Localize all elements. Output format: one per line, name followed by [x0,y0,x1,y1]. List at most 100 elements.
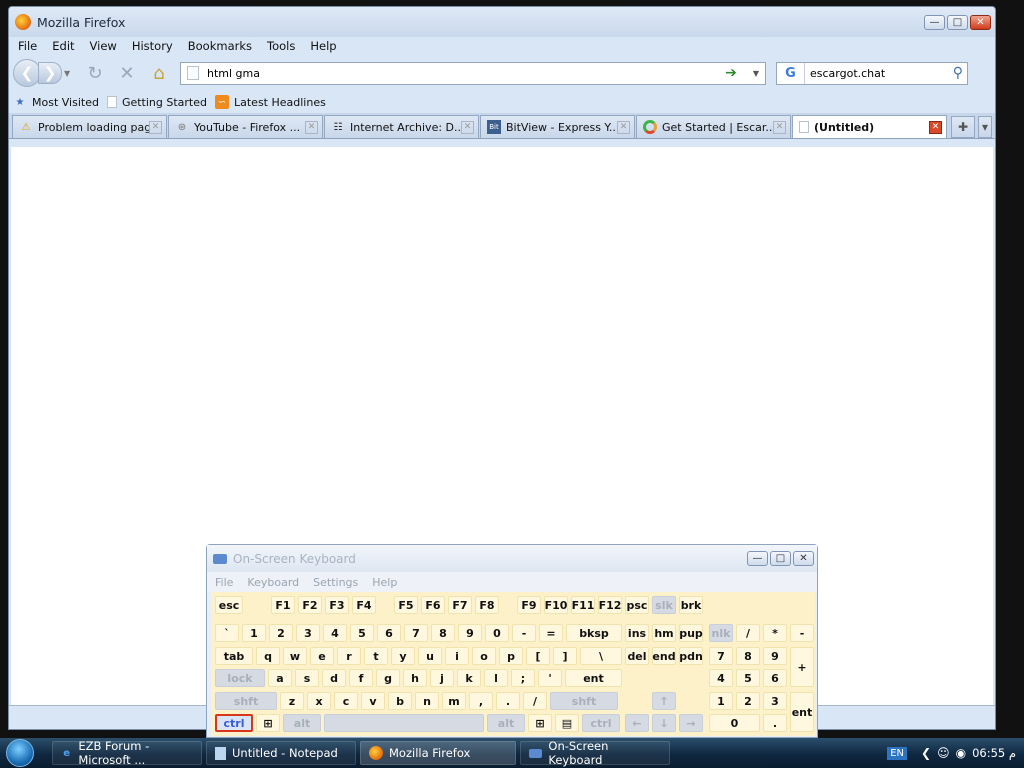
osk-menu-help[interactable]: Help [372,576,397,589]
key-symbol[interactable]: , [469,692,493,710]
key-F3[interactable]: F3 [325,596,349,614]
key-symbol[interactable]: ↑ [652,692,676,710]
search-input[interactable]: escargot.chat [805,67,953,80]
key-w[interactable]: w [283,647,307,665]
key-alt[interactable]: alt [283,714,321,732]
key-slk[interactable]: slk [652,596,676,614]
key-symbol[interactable]: / [736,624,760,642]
menu-history[interactable]: History [132,39,173,53]
key-shft[interactable]: shft [215,692,277,710]
key-s[interactable]: s [295,669,319,687]
key-i[interactable]: i [445,647,469,665]
key-lock[interactable]: lock [215,669,265,687]
key-v[interactable]: v [361,692,385,710]
new-tab-icon[interactable]: ✚ [951,116,975,138]
key-3[interactable]: 3 [296,624,320,642]
key-6[interactable]: 6 [763,669,787,687]
tab-youtube[interactable]: ⊛ YouTube - Firefox ... ✕ [168,115,323,138]
key-f[interactable]: f [349,669,373,687]
key-symbol[interactable]: - [790,624,814,642]
key-d[interactable]: d [322,669,346,687]
key-5[interactable]: 5 [350,624,374,642]
key-space[interactable] [324,714,484,732]
key-k[interactable]: k [457,669,481,687]
menu-file[interactable]: File [18,39,37,53]
key-hm[interactable]: hm [652,624,676,642]
key-symbol[interactable]: . [496,692,520,710]
key-2[interactable]: 2 [736,692,760,710]
history-dropdown-icon[interactable]: ▼ [64,69,74,78]
key-symbol[interactable]: = [539,624,563,642]
key-symbol[interactable]: ; [511,669,535,687]
tab-close-icon[interactable]: ✕ [305,120,318,134]
key-o[interactable]: o [472,647,496,665]
tab-close-icon[interactable]: ✕ [773,120,786,134]
messenger-icon[interactable]: ☺ [937,746,950,760]
key-3[interactable]: 3 [763,692,787,710]
key-9[interactable]: 9 [763,647,787,665]
bookmark-most-visited[interactable]: ★ Most Visited [13,95,99,109]
osk-menu-file[interactable]: File [215,576,233,589]
key-F2[interactable]: F2 [298,596,322,614]
show-hidden-icons-icon[interactable]: ❮ [921,746,931,760]
key-c[interactable]: c [334,692,358,710]
bookmark-getting-started[interactable]: Getting Started [106,96,207,109]
key-1[interactable]: 1 [242,624,266,642]
tab-close-icon[interactable]: ✕ [461,120,474,134]
key-ent[interactable]: ent [790,692,814,732]
key-1[interactable]: 1 [709,692,733,710]
tab-internet-archive[interactable]: ☷ Internet Archive: D... ✕ [324,115,479,138]
search-bar[interactable]: G escargot.chat ⚲ [776,61,968,85]
tab-untitled[interactable]: (Untitled) ✕ [792,115,947,138]
key-F12[interactable]: F12 [598,596,622,614]
key-0[interactable]: 0 [709,714,760,732]
url-bar[interactable]: html gma ➔ ▼ [180,61,766,85]
key-n[interactable]: n [415,692,439,710]
menu-view[interactable]: View [90,39,117,53]
key-symbol[interactable]: ↓ [652,714,676,732]
key-F5[interactable]: F5 [394,596,418,614]
menu-help[interactable]: Help [310,39,336,53]
key-del[interactable]: del [625,647,649,665]
key-symbol[interactable]: ⊞ [528,714,552,732]
tab-problem-loading[interactable]: ⚠ Problem loading page ✕ [12,115,167,138]
menu-tools[interactable]: Tools [267,39,295,53]
key-symbol[interactable]: * [763,624,787,642]
google-icon[interactable]: G [777,62,805,84]
taskbar-item-notepad[interactable]: Untitled - Notepad [206,741,356,765]
go-arrow-icon[interactable]: ➔ [725,65,737,81]
start-button[interactable] [0,738,40,768]
key-7[interactable]: 7 [404,624,428,642]
key-ins[interactable]: ins [625,624,649,642]
key-F8[interactable]: F8 [475,596,499,614]
key-q[interactable]: q [256,647,280,665]
url-input[interactable]: html gma [207,67,725,80]
key-nlk[interactable]: nlk [709,624,733,642]
osk-menu-settings[interactable]: Settings [313,576,358,589]
key-symbol[interactable]: - [512,624,536,642]
key-symbol[interactable]: + [790,647,814,687]
key-symbol[interactable]: ← [625,714,649,732]
key-symbol[interactable]: \ [580,647,622,665]
key-9[interactable]: 9 [458,624,482,642]
key-h[interactable]: h [403,669,427,687]
key-r[interactable]: r [337,647,361,665]
key-F9[interactable]: F9 [517,596,541,614]
bookmark-latest-headlines[interactable]: ∽ Latest Headlines [215,95,326,109]
key-ctrl[interactable]: ctrl [582,714,620,732]
key-g[interactable]: g [376,669,400,687]
tab-close-icon[interactable]: ✕ [149,120,162,134]
key-j[interactable]: j [430,669,454,687]
key-t[interactable]: t [364,647,388,665]
home-icon[interactable]: ⌂ [148,62,170,84]
osk-close-button[interactable]: ✕ [793,551,814,566]
key-pdn[interactable]: pdn [679,647,703,665]
key-symbol[interactable]: ] [553,647,577,665]
tab-close-icon[interactable]: ✕ [617,120,630,134]
key-symbol[interactable]: → [679,714,703,732]
key-alt[interactable]: alt [487,714,525,732]
taskbar-item-ezb-forum[interactable]: e EZB Forum - Microsoft ... [52,739,202,767]
key-symbol[interactable]: ' [538,669,562,687]
key-end[interactable]: end [652,647,676,665]
clock[interactable]: 06:55 م [972,746,1016,760]
